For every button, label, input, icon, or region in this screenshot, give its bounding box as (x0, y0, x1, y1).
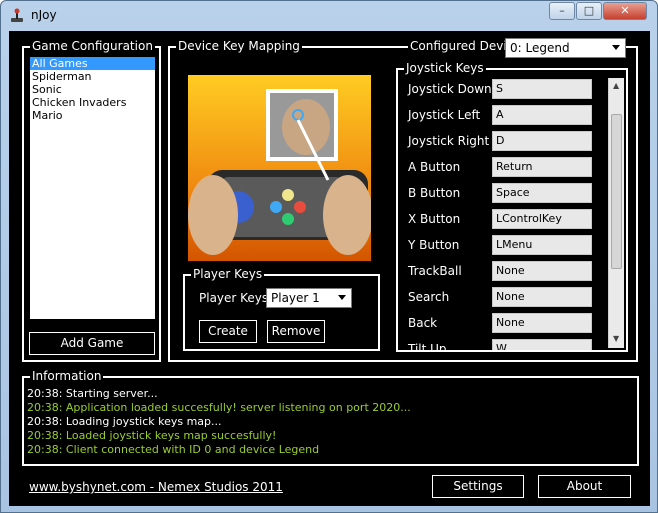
player-select-value: Player 1 (271, 291, 320, 305)
log-line: 20:38: Loading joystick keys map... (27, 415, 222, 428)
joystick-key-input[interactable]: LControlKey (492, 209, 592, 229)
remove-button[interactable]: Remove (267, 320, 325, 343)
information-legend: Information (30, 369, 104, 383)
scroll-down-icon[interactable]: ▼ (613, 334, 619, 343)
about-button[interactable]: About (538, 475, 631, 498)
device-key-mapping-group: Device Key Mapping Configured Device: 0:… (168, 38, 638, 362)
player-keys-group: Player Keys Player Keys: Player 1 Create… (183, 267, 380, 351)
configured-device-select[interactable]: 0: Legend (505, 38, 626, 58)
joystick-key-label: B Button (408, 186, 461, 200)
player-keys-label: Player Keys: (199, 291, 273, 305)
chevron-down-icon (338, 295, 346, 300)
log-line: 20:38: Loaded joystick keys map succesfu… (27, 429, 277, 442)
list-item[interactable]: Sonic (30, 83, 155, 96)
list-item[interactable]: Mario (30, 109, 155, 122)
player-select[interactable]: Player 1 (266, 288, 352, 308)
log-line: 20:38: Starting server... (27, 387, 158, 400)
joystick-key-input[interactable]: A (492, 105, 592, 125)
joystick-key-input[interactable]: None (492, 313, 592, 333)
settings-button[interactable]: Settings (432, 475, 524, 498)
title-bar[interactable]: nJoy – □ ✕ (1, 1, 657, 29)
log-line: 20:38: Application loaded succesfully! s… (27, 401, 411, 414)
window-title: nJoy (31, 8, 57, 22)
create-button[interactable]: Create (199, 320, 257, 343)
joystick-key-label: Joystick Right (408, 134, 490, 148)
maximize-button[interactable]: □ (576, 2, 602, 20)
joystick-key-input[interactable]: D (492, 131, 592, 151)
joystick-key-label: Joystick Down (408, 82, 492, 96)
client-area: Game Configuration All Games Spiderman Son… (9, 31, 650, 506)
joystick-key-label: A Button (408, 160, 461, 174)
list-item[interactable]: Spiderman (30, 70, 155, 83)
scroll-up-icon[interactable]: ▲ (613, 81, 619, 90)
log-line: 20:38: Client connected with ID 0 and de… (27, 443, 320, 456)
device-photo (188, 75, 371, 261)
joystick-keys-group: Joystick Keys Joystick Down S Joystick Lef… (396, 61, 628, 352)
joystick-key-input[interactable]: W (492, 339, 592, 350)
joystick-key-label: TrackBall (408, 264, 462, 278)
joystick-app-icon (11, 8, 23, 22)
player-keys-legend: Player Keys (191, 267, 265, 281)
joystick-key-input[interactable]: Return (492, 157, 592, 177)
joystick-key-input[interactable]: LMenu (492, 235, 592, 255)
website-link[interactable]: www.byshynet.com - Nemex Studios 2011 (29, 480, 283, 494)
chevron-down-icon (612, 45, 620, 50)
joystick-key-input[interactable]: Space (492, 183, 592, 203)
minimize-button[interactable]: – (549, 2, 575, 20)
device-key-mapping-legend: Device Key Mapping (176, 39, 302, 53)
list-item[interactable]: Chicken Invaders (30, 96, 155, 109)
app-window: nJoy – □ ✕ Game Configuration All Games S… (0, 0, 658, 513)
joystick-key-label: Y Button (408, 238, 460, 252)
joystick-key-label: Tilt Up (408, 342, 447, 350)
joystick-key-input[interactable]: None (492, 261, 592, 281)
joystick-key-label: Search (408, 290, 450, 304)
information-group: Information 20:38: Starting server... 20:… (22, 369, 639, 466)
close-button[interactable]: ✕ (603, 2, 647, 20)
add-game-button[interactable]: Add Game (29, 332, 155, 355)
configured-device-value: 0: Legend (510, 41, 570, 55)
game-configuration-group: Game Configuration All Games Spiderman Son… (22, 39, 161, 362)
joystick-key-label: X Button (408, 212, 461, 226)
joystick-key-input[interactable]: S (492, 79, 592, 99)
list-item[interactable]: All Games (30, 57, 155, 70)
joystick-key-label: Back (408, 316, 438, 330)
joystick-key-label: Joystick Left (408, 108, 481, 122)
scrollbar-thumb[interactable] (611, 114, 622, 269)
information-log: 20:38: Starting server... 20:38: Applicat… (27, 387, 411, 457)
joystick-key-input[interactable]: None (492, 287, 592, 307)
joystick-keys-list: Joystick Down S Joystick Left A Joystick Rig… (398, 73, 608, 350)
joystick-keys-scrollbar[interactable]: ▲ ▼ (608, 78, 624, 348)
game-configuration-legend: Game Configuration (30, 39, 155, 53)
games-list[interactable]: All Games Spiderman Sonic Chicken Invaders M… (30, 57, 155, 319)
